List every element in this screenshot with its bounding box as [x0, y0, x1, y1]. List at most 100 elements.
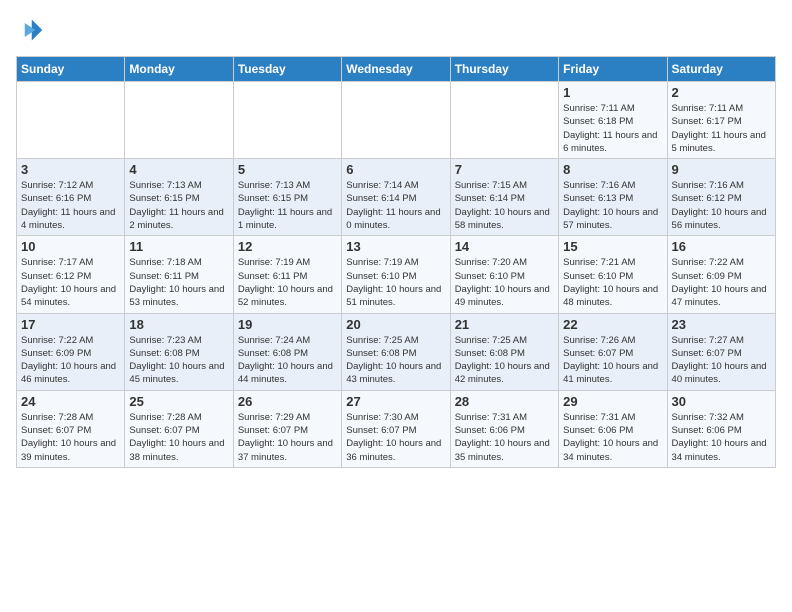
day-number: 10: [21, 239, 120, 254]
calendar-cell: 10 Sunrise: 7:17 AM Sunset: 6:12 PM Dayli…: [17, 236, 125, 313]
day-info: Sunrise: 7:24 AM Sunset: 6:08 PM Dayligh…: [238, 334, 337, 387]
calendar-cell: 17 Sunrise: 7:22 AM Sunset: 6:09 PM Dayli…: [17, 313, 125, 390]
day-number: 7: [455, 162, 554, 177]
day-info: Sunrise: 7:27 AM Sunset: 6:07 PM Dayligh…: [672, 334, 771, 387]
calendar-cell: 13 Sunrise: 7:19 AM Sunset: 6:10 PM Dayli…: [342, 236, 450, 313]
calendar-cell: 7 Sunrise: 7:15 AM Sunset: 6:14 PM Daylig…: [450, 159, 558, 236]
calendar-table: SundayMondayTuesdayWednesdayThursdayFrid…: [16, 56, 776, 468]
day-info: Sunrise: 7:13 AM Sunset: 6:15 PM Dayligh…: [129, 179, 228, 232]
day-number: 14: [455, 239, 554, 254]
day-info: Sunrise: 7:20 AM Sunset: 6:10 PM Dayligh…: [455, 256, 554, 309]
day-info: Sunrise: 7:28 AM Sunset: 6:07 PM Dayligh…: [129, 411, 228, 464]
day-info: Sunrise: 7:23 AM Sunset: 6:08 PM Dayligh…: [129, 334, 228, 387]
day-number: 21: [455, 317, 554, 332]
day-number: 25: [129, 394, 228, 409]
day-number: 1: [563, 85, 662, 100]
calendar-week-2: 3 Sunrise: 7:12 AM Sunset: 6:16 PM Daylig…: [17, 159, 776, 236]
calendar-cell: 14 Sunrise: 7:20 AM Sunset: 6:10 PM Dayli…: [450, 236, 558, 313]
calendar-cell: [342, 82, 450, 159]
day-info: Sunrise: 7:16 AM Sunset: 6:12 PM Dayligh…: [672, 179, 771, 232]
calendar-cell: [17, 82, 125, 159]
day-info: Sunrise: 7:22 AM Sunset: 6:09 PM Dayligh…: [672, 256, 771, 309]
calendar-cell: 27 Sunrise: 7:30 AM Sunset: 6:07 PM Dayli…: [342, 390, 450, 467]
header-cell-sunday: Sunday: [17, 57, 125, 82]
day-info: Sunrise: 7:29 AM Sunset: 6:07 PM Dayligh…: [238, 411, 337, 464]
calendar-cell: 8 Sunrise: 7:16 AM Sunset: 6:13 PM Daylig…: [559, 159, 667, 236]
day-info: Sunrise: 7:11 AM Sunset: 6:17 PM Dayligh…: [672, 102, 771, 155]
day-info: Sunrise: 7:18 AM Sunset: 6:11 PM Dayligh…: [129, 256, 228, 309]
day-info: Sunrise: 7:17 AM Sunset: 6:12 PM Dayligh…: [21, 256, 120, 309]
day-number: 22: [563, 317, 662, 332]
day-info: Sunrise: 7:31 AM Sunset: 6:06 PM Dayligh…: [563, 411, 662, 464]
day-number: 6: [346, 162, 445, 177]
header-cell-wednesday: Wednesday: [342, 57, 450, 82]
day-number: 4: [129, 162, 228, 177]
day-info: Sunrise: 7:25 AM Sunset: 6:08 PM Dayligh…: [455, 334, 554, 387]
day-number: 9: [672, 162, 771, 177]
day-info: Sunrise: 7:25 AM Sunset: 6:08 PM Dayligh…: [346, 334, 445, 387]
header-cell-monday: Monday: [125, 57, 233, 82]
calendar-cell: [450, 82, 558, 159]
day-info: Sunrise: 7:19 AM Sunset: 6:10 PM Dayligh…: [346, 256, 445, 309]
calendar-cell: 22 Sunrise: 7:26 AM Sunset: 6:07 PM Dayli…: [559, 313, 667, 390]
day-number: 23: [672, 317, 771, 332]
calendar-cell: 25 Sunrise: 7:28 AM Sunset: 6:07 PM Dayli…: [125, 390, 233, 467]
header-cell-thursday: Thursday: [450, 57, 558, 82]
calendar-week-3: 10 Sunrise: 7:17 AM Sunset: 6:12 PM Dayli…: [17, 236, 776, 313]
day-number: 26: [238, 394, 337, 409]
calendar-cell: 4 Sunrise: 7:13 AM Sunset: 6:15 PM Daylig…: [125, 159, 233, 236]
day-number: 3: [21, 162, 120, 177]
day-info: Sunrise: 7:28 AM Sunset: 6:07 PM Dayligh…: [21, 411, 120, 464]
day-number: 8: [563, 162, 662, 177]
day-info: Sunrise: 7:12 AM Sunset: 6:16 PM Dayligh…: [21, 179, 120, 232]
header-cell-tuesday: Tuesday: [233, 57, 341, 82]
header-row: SundayMondayTuesdayWednesdayThursdayFrid…: [17, 57, 776, 82]
day-info: Sunrise: 7:26 AM Sunset: 6:07 PM Dayligh…: [563, 334, 662, 387]
calendar-cell: 18Sunrise: 7:23 AM Sunset: 6:08 PM Dayli…: [125, 313, 233, 390]
day-info: Sunrise: 7:16 AM Sunset: 6:13 PM Dayligh…: [563, 179, 662, 232]
calendar-cell: 1 Sunrise: 7:11 AM Sunset: 6:18 PM Daylig…: [559, 82, 667, 159]
day-number: 28: [455, 394, 554, 409]
calendar-cell: 24 Sunrise: 7:28 AM Sunset: 6:07 PM Dayli…: [17, 390, 125, 467]
day-info: Sunrise: 7:32 AM Sunset: 6:06 PM Dayligh…: [672, 411, 771, 464]
day-number: 19: [238, 317, 337, 332]
day-info: Sunrise: 7:30 AM Sunset: 6:07 PM Dayligh…: [346, 411, 445, 464]
day-number: 24: [21, 394, 120, 409]
day-number: 15: [563, 239, 662, 254]
calendar-cell: 3 Sunrise: 7:12 AM Sunset: 6:16 PM Daylig…: [17, 159, 125, 236]
day-number: 29: [563, 394, 662, 409]
day-number: 20: [346, 317, 445, 332]
calendar-week-5: 24 Sunrise: 7:28 AM Sunset: 6:07 PM Dayli…: [17, 390, 776, 467]
day-number: 13: [346, 239, 445, 254]
calendar-cell: 11 Sunrise: 7:18 AM Sunset: 6:11 PM Dayli…: [125, 236, 233, 313]
calendar-cell: 5 Sunrise: 7:13 AM Sunset: 6:15 PM Daylig…: [233, 159, 341, 236]
day-info: Sunrise: 7:21 AM Sunset: 6:10 PM Dayligh…: [563, 256, 662, 309]
day-number: 5: [238, 162, 337, 177]
calendar-cell: 20 Sunrise: 7:25 AM Sunset: 6:08 PM Dayli…: [342, 313, 450, 390]
calendar-cell: 9 Sunrise: 7:16 AM Sunset: 6:12 PM Daylig…: [667, 159, 775, 236]
day-number: 30: [672, 394, 771, 409]
calendar-cell: 19 Sunrise: 7:24 AM Sunset: 6:08 PM Dayli…: [233, 313, 341, 390]
calendar-cell: 2Sunrise: 7:11 AM Sunset: 6:17 PM Daylig…: [667, 82, 775, 159]
calendar-cell: 16Sunrise: 7:22 AM Sunset: 6:09 PM Dayli…: [667, 236, 775, 313]
calendar-cell: 23 Sunrise: 7:27 AM Sunset: 6:07 PM Dayli…: [667, 313, 775, 390]
day-info: Sunrise: 7:11 AM Sunset: 6:18 PM Dayligh…: [563, 102, 662, 155]
logo: [16, 16, 48, 44]
calendar-cell: 21 Sunrise: 7:25 AM Sunset: 6:08 PM Dayli…: [450, 313, 558, 390]
logo-icon: [16, 16, 44, 44]
day-info: Sunrise: 7:13 AM Sunset: 6:15 PM Dayligh…: [238, 179, 337, 232]
calendar-week-4: 17 Sunrise: 7:22 AM Sunset: 6:09 PM Dayli…: [17, 313, 776, 390]
day-info: Sunrise: 7:22 AM Sunset: 6:09 PM Dayligh…: [21, 334, 120, 387]
day-number: 27: [346, 394, 445, 409]
calendar-cell: 28Sunrise: 7:31 AM Sunset: 6:06 PM Dayli…: [450, 390, 558, 467]
day-number: 12: [238, 239, 337, 254]
day-number: 11: [129, 239, 228, 254]
header-cell-friday: Friday: [559, 57, 667, 82]
calendar-cell: 30 Sunrise: 7:32 AM Sunset: 6:06 PM Dayli…: [667, 390, 775, 467]
day-info: Sunrise: 7:15 AM Sunset: 6:14 PM Dayligh…: [455, 179, 554, 232]
day-number: 17: [21, 317, 120, 332]
day-info: Sunrise: 7:19 AM Sunset: 6:11 PM Dayligh…: [238, 256, 337, 309]
calendar-cell: 6Sunrise: 7:14 AM Sunset: 6:14 PM Daylig…: [342, 159, 450, 236]
calendar-week-1: 1 Sunrise: 7:11 AM Sunset: 6:18 PM Daylig…: [17, 82, 776, 159]
calendar-cell: 29 Sunrise: 7:31 AM Sunset: 6:06 PM Dayli…: [559, 390, 667, 467]
